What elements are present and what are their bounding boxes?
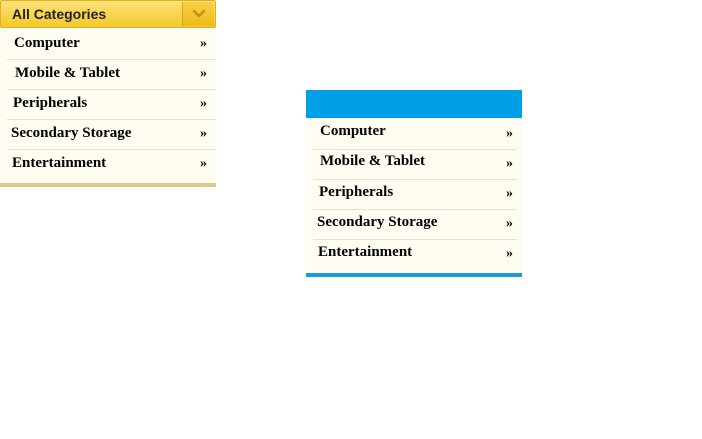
category-menu-blue: Computer » Mobile & Tablet » Peripherals…: [306, 90, 522, 277]
category-item-label: Peripherals: [319, 184, 394, 200]
category-dropdown-header[interactable]: All Categories: [0, 0, 216, 28]
category-item-label: Computer: [14, 35, 80, 51]
category-item-label: Mobile & Tablet: [15, 65, 121, 81]
category-item-mobile-tablet[interactable]: Mobile & Tablet »: [7, 60, 216, 90]
category-item-mobile-tablet[interactable]: Mobile & Tablet »: [313, 150, 522, 180]
category-item-peripherals[interactable]: Peripherals »: [313, 180, 522, 210]
category-dropdown-title: All Categories: [12, 6, 107, 22]
category-item-label: Entertainment: [318, 244, 413, 260]
chevron-right-icon: »: [506, 126, 513, 141]
category-item-label: Peripherals: [13, 95, 88, 111]
dropdown-toggle-button[interactable]: [182, 2, 214, 26]
category-item-computer[interactable]: Computer »: [7, 30, 216, 60]
category-menu-header: [306, 90, 522, 118]
category-item-label: Secondary Storage: [317, 214, 438, 230]
chevron-right-icon: »: [506, 246, 513, 261]
category-item-entertainment[interactable]: Entertainment »: [7, 150, 216, 180]
category-item-computer[interactable]: Computer »: [313, 118, 522, 148]
category-list: Computer » Mobile & Tablet » Peripherals…: [306, 118, 522, 273]
category-item-label: Computer: [320, 123, 386, 139]
chevron-right-icon: »: [506, 156, 513, 171]
chevron-right-icon: »: [506, 186, 513, 201]
category-list: Computer » Mobile & Tablet » Peripherals…: [0, 30, 216, 183]
chevron-right-icon: »: [200, 36, 207, 51]
category-item-label: Secondary Storage: [11, 125, 132, 141]
chevron-right-icon: »: [200, 66, 207, 81]
category-item-peripherals[interactable]: Peripherals »: [7, 90, 216, 120]
category-item-label: Entertainment: [12, 155, 107, 171]
category-item-label: Mobile & Tablet: [320, 153, 426, 169]
chevron-right-icon: »: [200, 156, 207, 171]
chevron-right-icon: »: [200, 126, 207, 141]
category-item-secondary-storage[interactable]: Secondary Storage »: [7, 120, 216, 150]
chevron-right-icon: »: [200, 96, 207, 111]
menu-bottom-border: [306, 273, 522, 277]
chevron-down-icon: [192, 9, 206, 18]
category-item-secondary-storage[interactable]: Secondary Storage »: [313, 210, 522, 240]
menu-bottom-border: [0, 183, 216, 187]
category-menu-yellow: All Categories Computer » Mobile & Table…: [0, 0, 216, 187]
category-item-entertainment[interactable]: Entertainment »: [313, 240, 522, 270]
chevron-right-icon: »: [506, 216, 513, 231]
